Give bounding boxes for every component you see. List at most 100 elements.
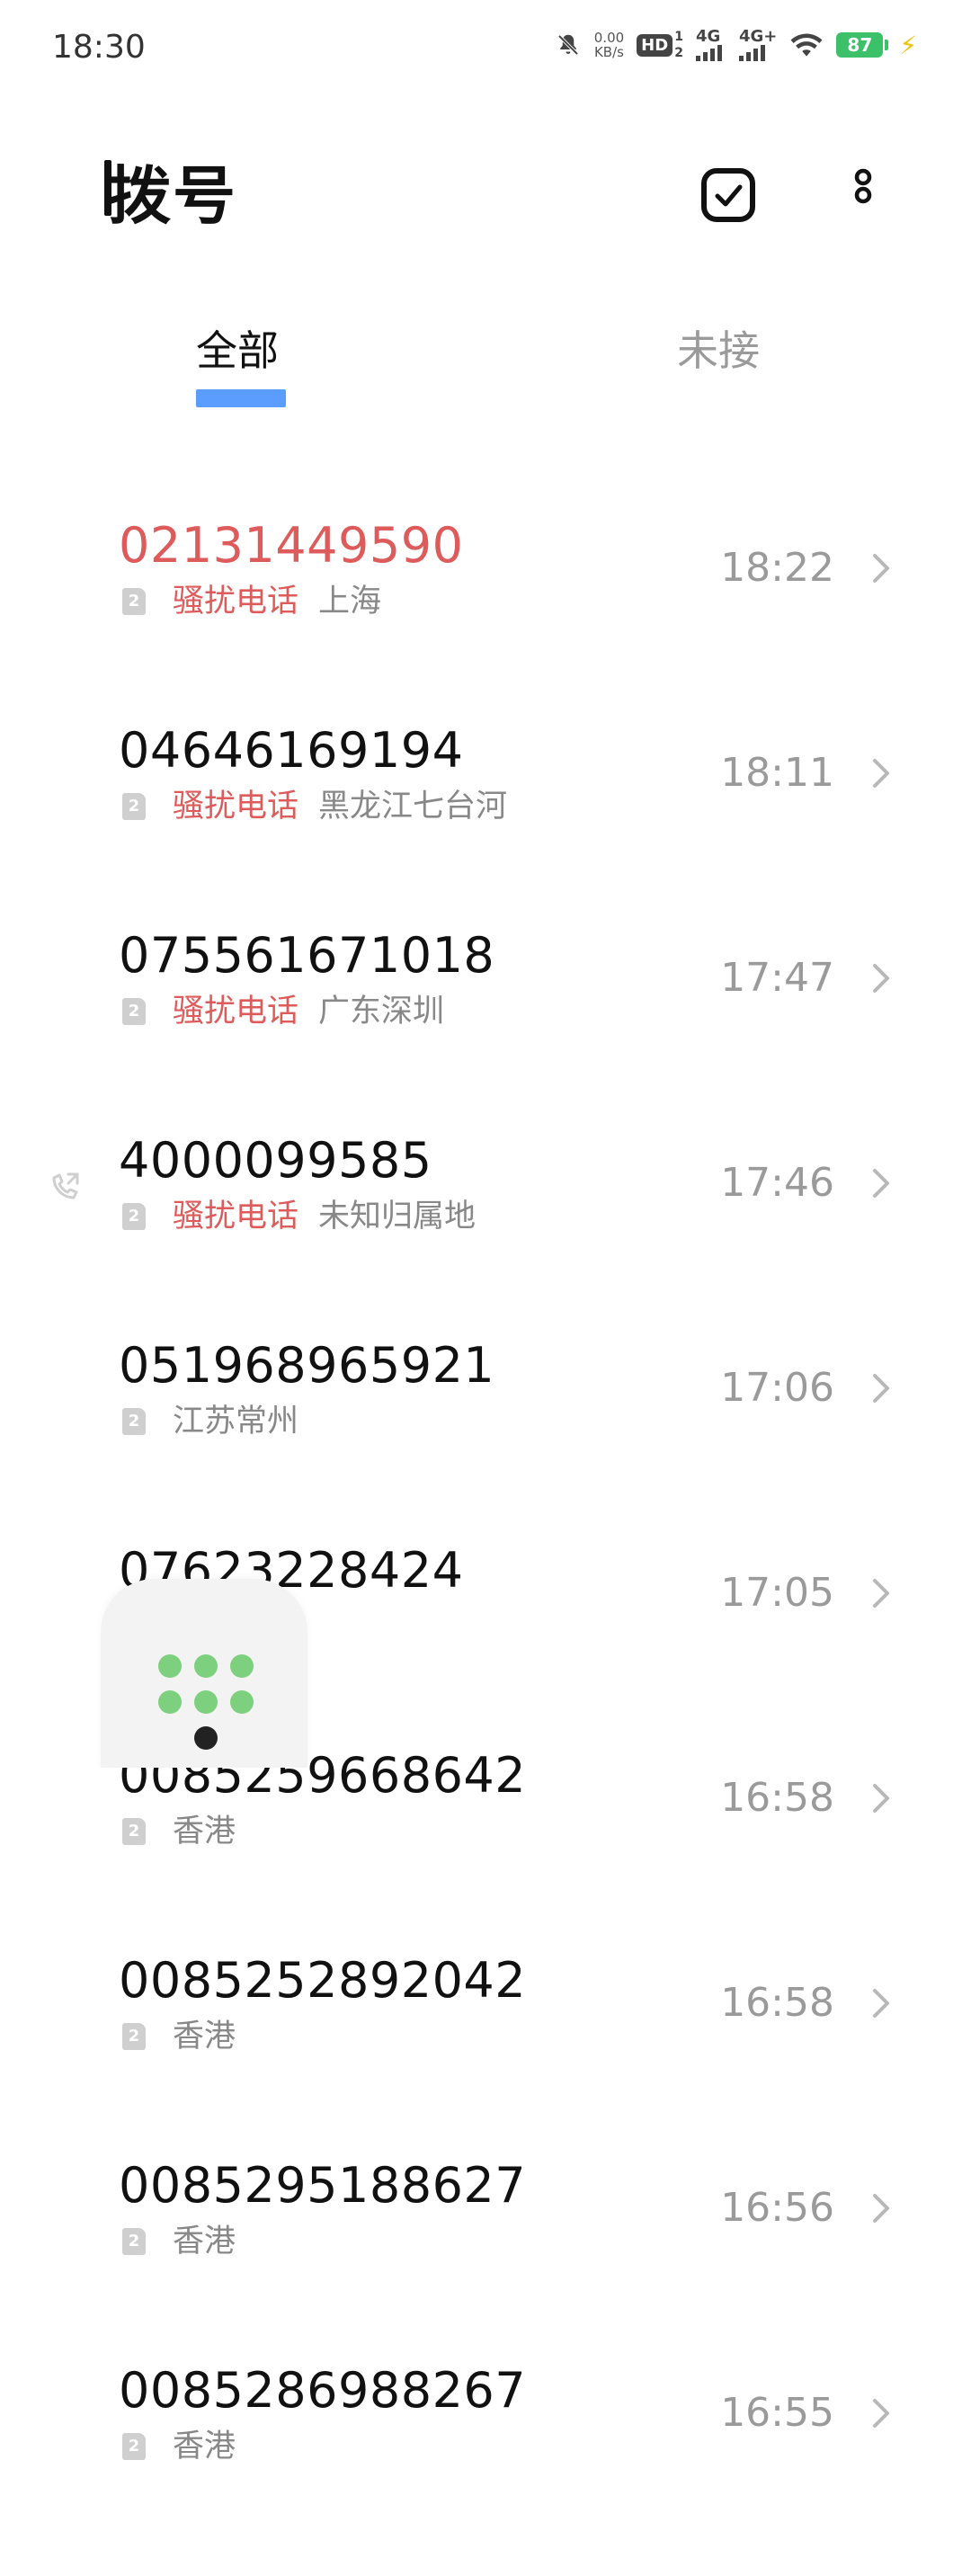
sim-card-icon: 2 [122, 1408, 146, 1435]
call-time: 17:47 [720, 955, 834, 1001]
hd-voice-indicator: HD 1 2 [637, 29, 683, 61]
call-location: 香港 [173, 1814, 236, 1850]
call-number: 04646169194 [119, 722, 464, 779]
tab-missed[interactable]: 未接 [677, 319, 760, 382]
call-details: 2 骚扰电话 黑龙江七台河 [122, 785, 507, 828]
call-time: 16:55 [720, 2390, 834, 2436]
chevron-right-icon [873, 554, 889, 583]
call-location: 江苏常州 [173, 1404, 299, 1440]
call-time: 16:56 [720, 2185, 834, 2231]
chevron-right-icon [873, 1784, 889, 1813]
status-bar: 18:30 0.00 KB/s HD 1 2 4G 4G+ 87 ⚡ [0, 0, 971, 99]
call-details: 2 香港 [122, 2220, 236, 2263]
mute-bell-icon [555, 31, 582, 58]
wifi-icon [789, 31, 824, 58]
chevron-right-icon [873, 1989, 889, 2018]
call-location: 广东深圳 [318, 994, 445, 1030]
hd-badge: HD [637, 33, 673, 57]
call-log-item[interactable]: 075561671018 2 骚扰电话 广东深圳 17:47 [0, 887, 971, 1092]
fab-overlay [0, 1582, 101, 1762]
call-details: 2 香港 [122, 2425, 236, 2468]
sim2-signal: 4G+ [738, 29, 777, 61]
call-location: 上海 [318, 584, 382, 619]
call-number: 0085286988267 [119, 2362, 527, 2419]
hd-sim-2: 2 [674, 46, 683, 60]
signal-bars-icon [738, 45, 765, 61]
call-detail-button[interactable] [863, 960, 899, 996]
call-detail-button[interactable] [863, 1575, 899, 1611]
call-details: 2 骚扰电话 上海 [122, 580, 381, 623]
call-location: 香港 [173, 2224, 236, 2260]
active-tab-indicator [196, 389, 286, 407]
chevron-right-icon [873, 2399, 889, 2428]
chevron-right-icon [873, 1169, 889, 1198]
app-header: 拨号 [0, 135, 971, 252]
call-log-item[interactable]: 02131449590 2 骚扰电话 上海 18:22 [0, 477, 971, 682]
sim-card-icon: 2 [122, 588, 146, 615]
tab-all[interactable]: 全部 [196, 319, 279, 382]
call-detail-button[interactable] [863, 1165, 899, 1201]
net-speed-unit: KB/s [593, 44, 624, 60]
page-title: 拨号 [104, 146, 237, 236]
call-detail-button[interactable] [863, 550, 899, 586]
charging-bolt-icon: ⚡ [899, 30, 917, 60]
signal-bars-icon [695, 45, 722, 61]
call-details: 2 香港 [122, 2015, 236, 2058]
more-options-button[interactable] [823, 155, 904, 236]
call-details: 2 骚扰电话 未知归属地 [122, 1195, 476, 1238]
dialpad-icon [158, 1654, 257, 1750]
net-speed: 0.00 KB/s [594, 31, 624, 59]
spam-tag: 骚扰电话 [173, 789, 299, 824]
chevron-right-icon [873, 964, 889, 993]
call-time: 17:46 [720, 1160, 834, 1206]
call-time: 18:22 [720, 545, 834, 591]
call-time: 17:05 [720, 1570, 834, 1616]
call-time: 16:58 [720, 1980, 834, 2026]
call-details: 2 骚扰电话 广东深圳 [122, 990, 444, 1033]
call-log-item[interactable]: 04646169194 2 骚扰电话 黑龙江七台河 18:11 [0, 682, 971, 887]
call-log-item[interactable]: 0085286988267 2 香港 16:55 [0, 2322, 971, 2527]
select-button[interactable] [688, 155, 769, 236]
call-number: 051968965921 [119, 1337, 495, 1394]
chevron-right-icon [873, 1579, 889, 1608]
spam-tag: 骚扰电话 [173, 584, 299, 619]
sim-card-icon: 2 [122, 998, 146, 1025]
more-vertical-icon [854, 168, 872, 204]
call-number: 075561671018 [119, 927, 495, 984]
call-detail-button[interactable] [863, 2395, 899, 2431]
call-details: 2 江苏常州 [122, 1400, 298, 1443]
call-log-item[interactable]: 051968965921 2 江苏常州 17:06 [0, 1297, 971, 1502]
call-number: 02131449590 [119, 517, 464, 574]
call-detail-button[interactable] [863, 1780, 899, 1816]
call-location: 黑龙江七台河 [318, 789, 508, 824]
sim-card-icon: 2 [122, 1203, 146, 1230]
chevron-right-icon [873, 1374, 889, 1403]
battery-indicator: 87 [836, 32, 889, 58]
status-time: 18:30 [52, 29, 146, 66]
call-number: 0085252892042 [119, 1952, 527, 2009]
sim-card-icon: 2 [122, 2433, 146, 2460]
dialpad-button[interactable] [101, 1579, 307, 1768]
spam-tag: 骚扰电话 [173, 1199, 299, 1235]
sim-card-icon: 2 [122, 2228, 146, 2255]
hd-sim-1: 1 [674, 30, 683, 44]
call-detail-button[interactable] [863, 755, 899, 791]
call-location: 香港 [173, 2019, 236, 2055]
call-time: 18:11 [720, 750, 834, 796]
call-detail-button[interactable] [863, 1985, 899, 2021]
call-number: 4000099585 [119, 1132, 432, 1189]
call-location: 未知归属地 [318, 1199, 477, 1235]
call-log-item[interactable]: 0085295188627 2 香港 16:56 [0, 2117, 971, 2322]
net-speed-value: 0.00 [593, 30, 625, 46]
call-log-item[interactable]: 4000099585 2 骚扰电话 未知归属地 17:46 [0, 1092, 971, 1297]
call-time: 16:58 [720, 1775, 834, 1821]
call-number: 0085295188627 [119, 2157, 527, 2214]
call-log-item[interactable]: 0085252892042 2 香港 16:58 [0, 1912, 971, 2117]
outgoing-call-icon [52, 1172, 79, 1199]
spam-tag: 骚扰电话 [173, 994, 299, 1030]
call-detail-button[interactable] [863, 2190, 899, 2226]
call-detail-button[interactable] [863, 1370, 899, 1406]
sim-card-icon: 2 [122, 2023, 146, 2050]
call-tabs: 全部 未接 [0, 319, 971, 418]
sim1-net-type: 4G [695, 27, 721, 46]
